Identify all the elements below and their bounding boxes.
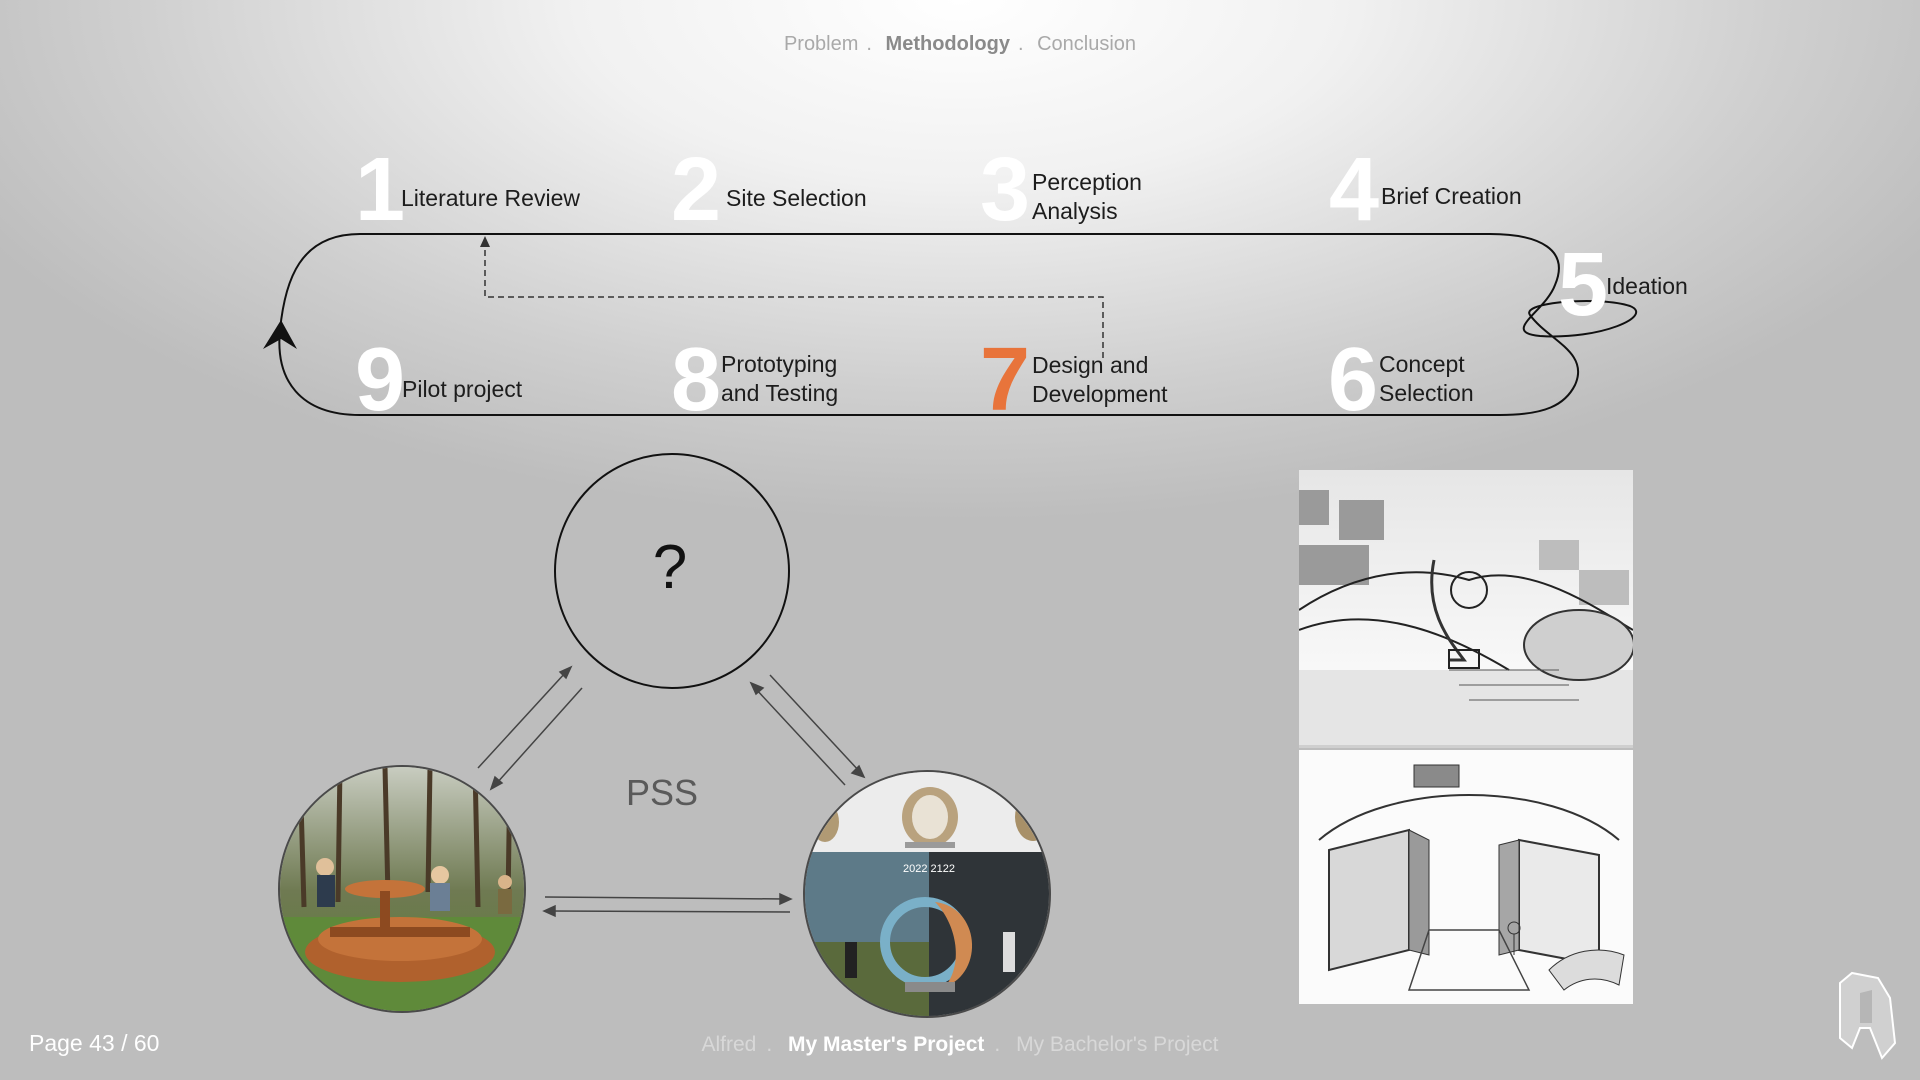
step-number: 1 <box>355 140 406 240</box>
step-number: 2 <box>671 140 722 240</box>
footer-nav: Alfred. My Master's Project. My Bachelor… <box>0 1033 1920 1057</box>
step-label: Literature Review <box>401 185 580 211</box>
footer-nav-masters[interactable]: My Master's Project <box>788 1033 984 1056</box>
step-number: 4 <box>1329 140 1380 240</box>
alfred-logo-icon <box>1839 971 1897 1060</box>
step-label: Concept Selection <box>1379 351 1474 406</box>
step-label: Perception Analysis <box>1032 169 1142 224</box>
step-number: 8 <box>671 330 722 430</box>
sketch-image-top <box>1299 470 1633 748</box>
step-number-active: 7 <box>980 330 1031 430</box>
step-number: 3 <box>980 140 1031 240</box>
footer-nav-alfred[interactable]: Alfred <box>701 1033 756 1056</box>
footer-nav-separator: . <box>994 1033 1001 1056</box>
playground-photo <box>278 765 526 1013</box>
footer-nav-bachelors[interactable]: My Bachelor's Project <box>1016 1033 1218 1056</box>
step-label: Design and Development <box>1032 352 1168 407</box>
step-label: Prototyping and Testing <box>721 351 839 406</box>
pss-label: PSS <box>626 772 699 813</box>
render-date-text: 2022 2122 <box>903 863 955 875</box>
step-label: Pilot project <box>402 376 523 402</box>
step-number: 9 <box>355 330 406 430</box>
step-label: Site Selection <box>726 185 867 211</box>
footer-nav-separator: . <box>766 1033 773 1056</box>
step-number: 5 <box>1558 235 1609 335</box>
sculpture-render-photo: 2022 2122 <box>803 770 1051 1018</box>
sketch-image-bottom <box>1299 750 1633 1004</box>
step-label: Ideation <box>1606 273 1688 299</box>
step-label: Brief Creation <box>1381 183 1522 209</box>
question-mark: ? <box>652 533 688 602</box>
step-number: 6 <box>1328 330 1379 430</box>
